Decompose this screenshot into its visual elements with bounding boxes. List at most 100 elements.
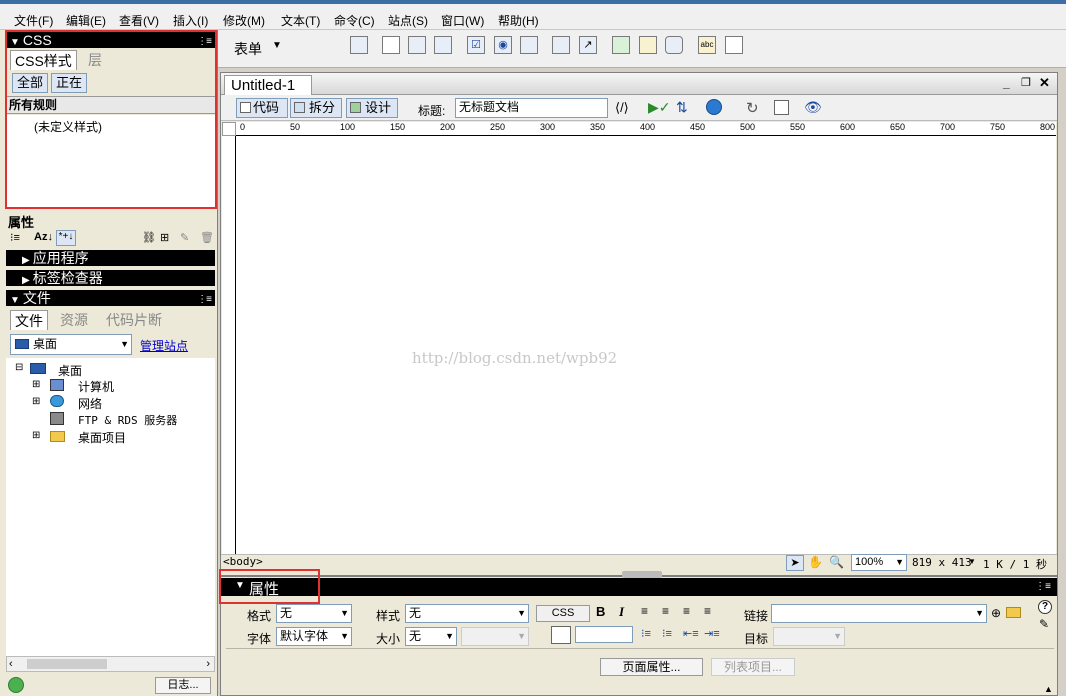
- justify-icon[interactable]: ≡: [704, 604, 711, 618]
- window-size-readout[interactable]: 819 x 413: [912, 556, 972, 569]
- image-field-icon[interactable]: [612, 36, 630, 54]
- preview-in-browser-icon[interactable]: [706, 99, 722, 115]
- align-center-icon[interactable]: ≡: [662, 604, 669, 618]
- design-canvas[interactable]: [236, 136, 1056, 554]
- tag-selector-body[interactable]: <body>: [223, 555, 263, 568]
- chevron-down-icon[interactable]: ▼: [968, 557, 976, 566]
- checkbox-icon[interactable]: ☑: [467, 36, 485, 54]
- tab-layers[interactable]: 层: [84, 50, 106, 70]
- menu-modify[interactable]: 修改(M): [223, 12, 265, 29]
- css-panel-header[interactable]: ▼ CSS ⋮≡: [6, 32, 215, 48]
- button-icon[interactable]: [665, 36, 683, 54]
- quick-tag-editor-icon[interactable]: ✎: [1039, 617, 1049, 631]
- chevron-down-icon[interactable]: ▼: [272, 40, 282, 51]
- format-select[interactable]: 无 ▼: [276, 604, 352, 623]
- close-icon[interactable]: ✕: [1039, 75, 1050, 91]
- page-properties-button[interactable]: 页面属性...: [600, 658, 703, 676]
- zoom-tool-icon[interactable]: 🔍: [829, 555, 844, 569]
- document-tab[interactable]: Untitled-1: [224, 75, 312, 95]
- file-field-icon[interactable]: [639, 36, 657, 54]
- site-location-select[interactable]: 桌面 ▼: [10, 334, 132, 355]
- collapse-node-icon[interactable]: ⊟: [15, 362, 23, 373]
- css-button[interactable]: CSS: [536, 605, 590, 622]
- indent-icon[interactable]: ⇥≡: [704, 627, 720, 640]
- scroll-right-icon[interactable]: ›: [206, 658, 210, 670]
- sort-alphabetical-icon[interactable]: Az↓: [34, 231, 53, 243]
- point-to-file-icon[interactable]: ⊕: [991, 606, 1001, 620]
- radio-button-icon[interactable]: ◉: [494, 36, 512, 54]
- list-menu-icon[interactable]: [552, 36, 570, 54]
- italic-icon[interactable]: I: [619, 604, 624, 620]
- tree-item-computer[interactable]: 计算机: [78, 378, 114, 395]
- delete-rule-icon[interactable]: 🗑: [200, 231, 214, 244]
- hidden-field-icon[interactable]: [408, 36, 426, 54]
- ordered-list-icon[interactable]: ⁝≡: [662, 627, 672, 640]
- design-view-button[interactable]: 设计: [346, 98, 398, 118]
- text-field-icon[interactable]: [382, 36, 400, 54]
- expand-node-icon[interactable]: ⊞: [32, 430, 40, 441]
- site-status-icon[interactable]: [8, 677, 24, 693]
- style-select[interactable]: 无 ▼: [405, 604, 529, 623]
- size-unit-select[interactable]: ▼: [461, 627, 529, 646]
- text-color-swatch[interactable]: [551, 626, 571, 644]
- tree-item-desktop-items[interactable]: 桌面项目: [78, 429, 126, 446]
- manage-sites-link[interactable]: 管理站点: [140, 337, 188, 354]
- view-options-icon[interactable]: [774, 100, 789, 115]
- tab-css-styles[interactable]: CSS样式: [10, 50, 77, 70]
- show-set-properties-icon[interactable]: *+↓: [56, 230, 76, 246]
- property-inspector-header[interactable]: ▼ 属性 ⋮≡: [221, 578, 1057, 598]
- outdent-icon[interactable]: ⇤≡: [683, 627, 699, 640]
- menu-commands[interactable]: 命令(C): [334, 12, 375, 29]
- restore-icon[interactable]: ❐: [1021, 76, 1031, 89]
- new-css-rule-icon[interactable]: ⊞: [160, 231, 169, 244]
- attach-stylesheet-icon[interactable]: ⛓: [142, 231, 156, 244]
- all-rules-button[interactable]: 全部: [12, 73, 48, 93]
- tag-inspector-panel-header[interactable]: ▶ 标签检查器: [6, 270, 215, 286]
- zoom-select[interactable]: 100% ▼: [851, 554, 907, 571]
- radio-group-icon[interactable]: [520, 36, 538, 54]
- list-item-button[interactable]: 列表项目...: [711, 658, 795, 676]
- size-select[interactable]: 无 ▼: [405, 627, 457, 646]
- validate-markup-icon[interactable]: ▶✓: [648, 99, 671, 116]
- menu-insert[interactable]: 插入(I): [173, 12, 208, 29]
- tab-snippets[interactable]: 代码片断: [102, 310, 166, 330]
- text-color-input[interactable]: [575, 626, 633, 643]
- link-input[interactable]: ▼: [771, 604, 987, 623]
- current-rules-button[interactable]: 正在: [51, 73, 87, 93]
- help-icon[interactable]: ?: [1038, 600, 1052, 614]
- no-browser-check-icon[interactable]: ⟨/⟩: [615, 100, 629, 116]
- menu-site[interactable]: 站点(S): [388, 12, 428, 29]
- target-select[interactable]: ▼: [773, 627, 845, 646]
- jump-menu-icon[interactable]: ↗: [579, 36, 597, 54]
- fieldset-icon[interactable]: [725, 36, 743, 54]
- textarea-icon[interactable]: [434, 36, 452, 54]
- panel-options-icon[interactable]: ⋮≡: [1035, 581, 1051, 592]
- tab-files[interactable]: 文件: [10, 310, 48, 330]
- menu-text[interactable]: 文本(T): [281, 12, 320, 29]
- form-icon[interactable]: [350, 36, 368, 54]
- hand-tool-icon[interactable]: ✋: [808, 555, 823, 569]
- menu-view[interactable]: 查看(V): [119, 12, 159, 29]
- scroll-thumb[interactable]: [27, 659, 107, 669]
- expand-inspector-icon[interactable]: ▲: [1044, 684, 1053, 694]
- select-tool-icon[interactable]: ➤: [786, 555, 804, 571]
- code-view-button[interactable]: 代码: [236, 98, 288, 118]
- label-icon[interactable]: abc: [698, 36, 716, 54]
- tree-item-desktop[interactable]: 桌面: [58, 362, 82, 379]
- file-management-icon[interactable]: ⇅: [676, 99, 688, 116]
- tree-item-ftp-rds[interactable]: FTP & RDS 服务器: [78, 412, 177, 428]
- menu-file[interactable]: 文件(F): [14, 12, 53, 29]
- panel-options-icon[interactable]: ⋮≡: [197, 34, 212, 50]
- menu-edit[interactable]: 编辑(E): [66, 12, 106, 29]
- panel-options-icon[interactable]: ⋮≡: [197, 292, 212, 308]
- log-button[interactable]: 日志...: [155, 677, 211, 694]
- show-category-view-icon[interactable]: ⁝≡: [10, 231, 20, 244]
- edit-style-icon[interactable]: ✎: [180, 231, 189, 244]
- menu-window[interactable]: 窗口(W): [441, 12, 484, 29]
- font-select[interactable]: 默认字体 ▼: [276, 627, 352, 646]
- align-left-icon[interactable]: ≡: [641, 604, 648, 618]
- visual-aids-icon[interactable]: 👁: [804, 99, 822, 116]
- browse-folder-icon[interactable]: [1006, 607, 1021, 618]
- menu-help[interactable]: 帮助(H): [498, 12, 539, 29]
- panel-collapse-handle[interactable]: [622, 571, 662, 578]
